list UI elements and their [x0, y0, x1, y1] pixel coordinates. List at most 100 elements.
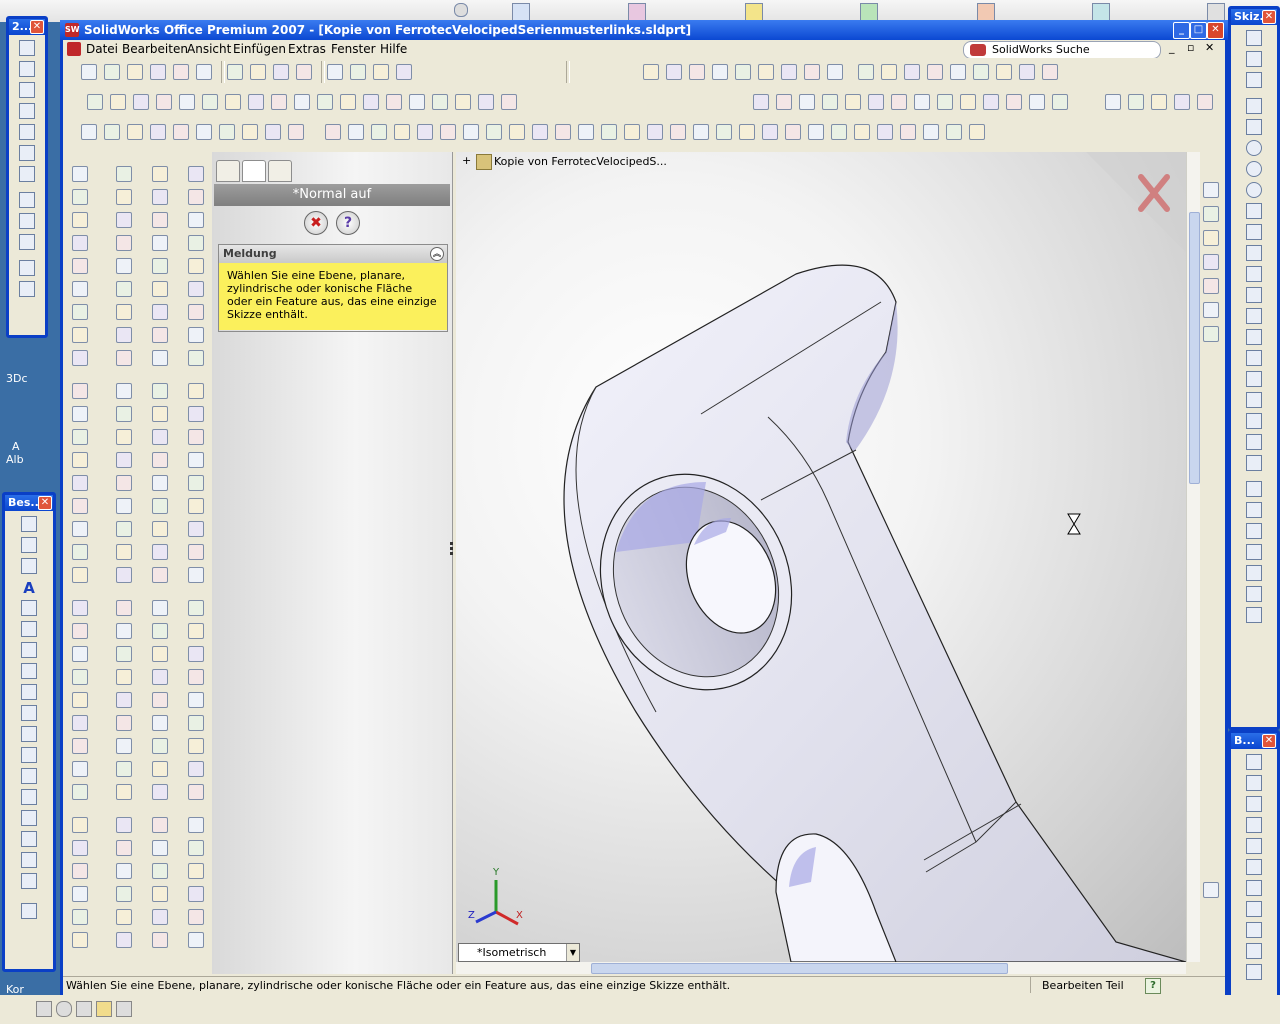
- taskbar-app-icon[interactable]: [628, 3, 646, 21]
- toolbar-tool-icon[interactable]: [71, 383, 88, 399]
- toolbar-tool-icon[interactable]: [151, 909, 168, 925]
- menu-file[interactable]: Datei: [86, 42, 118, 56]
- tool-icon[interactable]: [1246, 523, 1262, 539]
- toolbar-tool-icon[interactable]: [71, 817, 88, 833]
- tool-icon[interactable]: [1246, 586, 1262, 602]
- toolbar-tool-icon[interactable]: [188, 715, 204, 731]
- toolbar-tool-icon[interactable]: [647, 124, 663, 140]
- taskbar-app-icon[interactable]: [745, 3, 763, 21]
- tab-configurationmanager[interactable]: [268, 160, 292, 182]
- smart-dimension-icon[interactable]: [21, 516, 37, 532]
- toolbar-tool-icon[interactable]: [71, 784, 88, 800]
- tool-icon[interactable]: [19, 281, 35, 297]
- tool-icon[interactable]: [1246, 796, 1262, 812]
- tool-icon[interactable]: [19, 103, 35, 119]
- toolbar-tool-icon[interactable]: [151, 327, 168, 343]
- toolbar-tool-icon[interactable]: [81, 64, 97, 80]
- toolbar-tool-icon[interactable]: [716, 124, 732, 140]
- tool-icon[interactable]: [1246, 817, 1262, 833]
- toolbar-tool-icon[interactable]: [188, 738, 204, 754]
- tool-icon[interactable]: [21, 705, 37, 721]
- toolbar-tool-icon[interactable]: [71, 475, 88, 491]
- save-icon[interactable]: [76, 1001, 92, 1017]
- toolbar-tool-icon[interactable]: [808, 124, 824, 140]
- toolbar-tool-icon[interactable]: [776, 94, 792, 110]
- toolbar-tool-icon[interactable]: [156, 94, 172, 110]
- toolbar-tool-icon[interactable]: [110, 94, 126, 110]
- toolbar-tool-icon[interactable]: [115, 600, 132, 616]
- close-icon[interactable]: ✕: [1262, 10, 1276, 24]
- toolbar-tool-icon[interactable]: [804, 64, 820, 80]
- toolbar-tool-icon[interactable]: [845, 94, 861, 110]
- toolbar-tool-icon[interactable]: [151, 350, 168, 366]
- toolbar-tool-icon[interactable]: [904, 64, 920, 80]
- toolbar-tool-icon[interactable]: [1006, 94, 1022, 110]
- toolbar-tool-icon[interactable]: [151, 189, 168, 205]
- toolbar-tool-icon[interactable]: [196, 124, 212, 140]
- toolbar-tool-icon[interactable]: [712, 64, 728, 80]
- toolbar-tool-icon[interactable]: [151, 761, 168, 777]
- toolbar-tool-icon[interactable]: [71, 840, 88, 856]
- toolbar-tool-icon[interactable]: [71, 429, 88, 445]
- toolbar-tool-icon[interactable]: [71, 258, 88, 274]
- toolbar-tool-icon[interactable]: [1052, 94, 1068, 110]
- toolbar-tool-icon[interactable]: [133, 94, 149, 110]
- toolbar-tool-icon[interactable]: [179, 94, 195, 110]
- toolbar-tool-icon[interactable]: [1128, 94, 1144, 110]
- toolbar-tool-icon[interactable]: [188, 383, 204, 399]
- toolbar-tool-icon[interactable]: [151, 304, 168, 320]
- toolbar-tool-icon[interactable]: [115, 567, 132, 583]
- toolbar-tool-icon[interactable]: [87, 94, 103, 110]
- toolbar-tool-icon[interactable]: [188, 623, 204, 639]
- close-icon[interactable]: ✕: [38, 496, 52, 510]
- help-button[interactable]: ?: [336, 211, 360, 235]
- close-icon[interactable]: ✕: [30, 20, 44, 34]
- toolbar-tool-icon[interactable]: [188, 863, 204, 879]
- toolbar-tool-icon[interactable]: [478, 94, 494, 110]
- toolbar-tool-icon[interactable]: [151, 840, 168, 856]
- toolbar-tool-icon[interactable]: [827, 64, 843, 80]
- scroll-thumb[interactable]: [1189, 212, 1200, 484]
- toolbar-tool-icon[interactable]: [188, 281, 204, 297]
- toolbar-tool-icon[interactable]: [151, 383, 168, 399]
- tool-icon[interactable]: [21, 789, 37, 805]
- toolbar-tool-icon[interactable]: [188, 498, 204, 514]
- toolbar-tool-icon[interactable]: [417, 124, 433, 140]
- tool-icon[interactable]: [21, 810, 37, 826]
- centerline-icon[interactable]: [1246, 308, 1262, 324]
- toolbar-tool-icon[interactable]: [115, 840, 132, 856]
- toolbar-tool-icon[interactable]: [151, 932, 168, 948]
- tool-icon[interactable]: [36, 1001, 52, 1017]
- toolbar-tool-icon[interactable]: [555, 124, 571, 140]
- tool-icon[interactable]: [1246, 943, 1262, 959]
- tool-icon[interactable]: [19, 166, 35, 182]
- toolbar-tool-icon[interactable]: [151, 817, 168, 833]
- toolbar-tool-icon[interactable]: [923, 124, 939, 140]
- close-small-icon[interactable]: [454, 3, 468, 17]
- taskbar-app-icon[interactable]: [1207, 3, 1225, 21]
- toolbar-tool-icon[interactable]: [799, 94, 815, 110]
- toolbar-tool-icon[interactable]: [151, 669, 168, 685]
- toolbar-tool-icon[interactable]: [601, 124, 617, 140]
- tool-icon[interactable]: [1246, 859, 1262, 875]
- tool-icon[interactable]: [19, 61, 35, 77]
- toolbar-tool-icon[interactable]: [296, 64, 312, 80]
- tool-icon[interactable]: [116, 1001, 132, 1017]
- table-icon[interactable]: [21, 903, 37, 919]
- horizontal-scrollbar[interactable]: [456, 962, 1186, 974]
- polygon-icon[interactable]: [1246, 140, 1262, 156]
- tool-icon[interactable]: [21, 873, 37, 889]
- toolbar-tool-icon[interactable]: [127, 64, 143, 80]
- toolbar-tool-icon[interactable]: [1197, 94, 1213, 110]
- toolbar-tool-icon[interactable]: [1203, 206, 1219, 222]
- toolbar-tool-icon[interactable]: [151, 475, 168, 491]
- toolbar-tool-icon[interactable]: [188, 521, 204, 537]
- view-orientation-select[interactable]: *Isometrisch ▼: [458, 943, 580, 962]
- toolbar-tool-icon[interactable]: [151, 452, 168, 468]
- toolbar-tool-icon[interactable]: [188, 304, 204, 320]
- toolbar-tool-icon[interactable]: [371, 124, 387, 140]
- spell-check-icon[interactable]: [21, 600, 37, 616]
- toolbar-tool-icon[interactable]: [115, 429, 132, 445]
- toolbar-tool-icon[interactable]: [1105, 94, 1121, 110]
- toolbar-tool-icon[interactable]: [486, 124, 502, 140]
